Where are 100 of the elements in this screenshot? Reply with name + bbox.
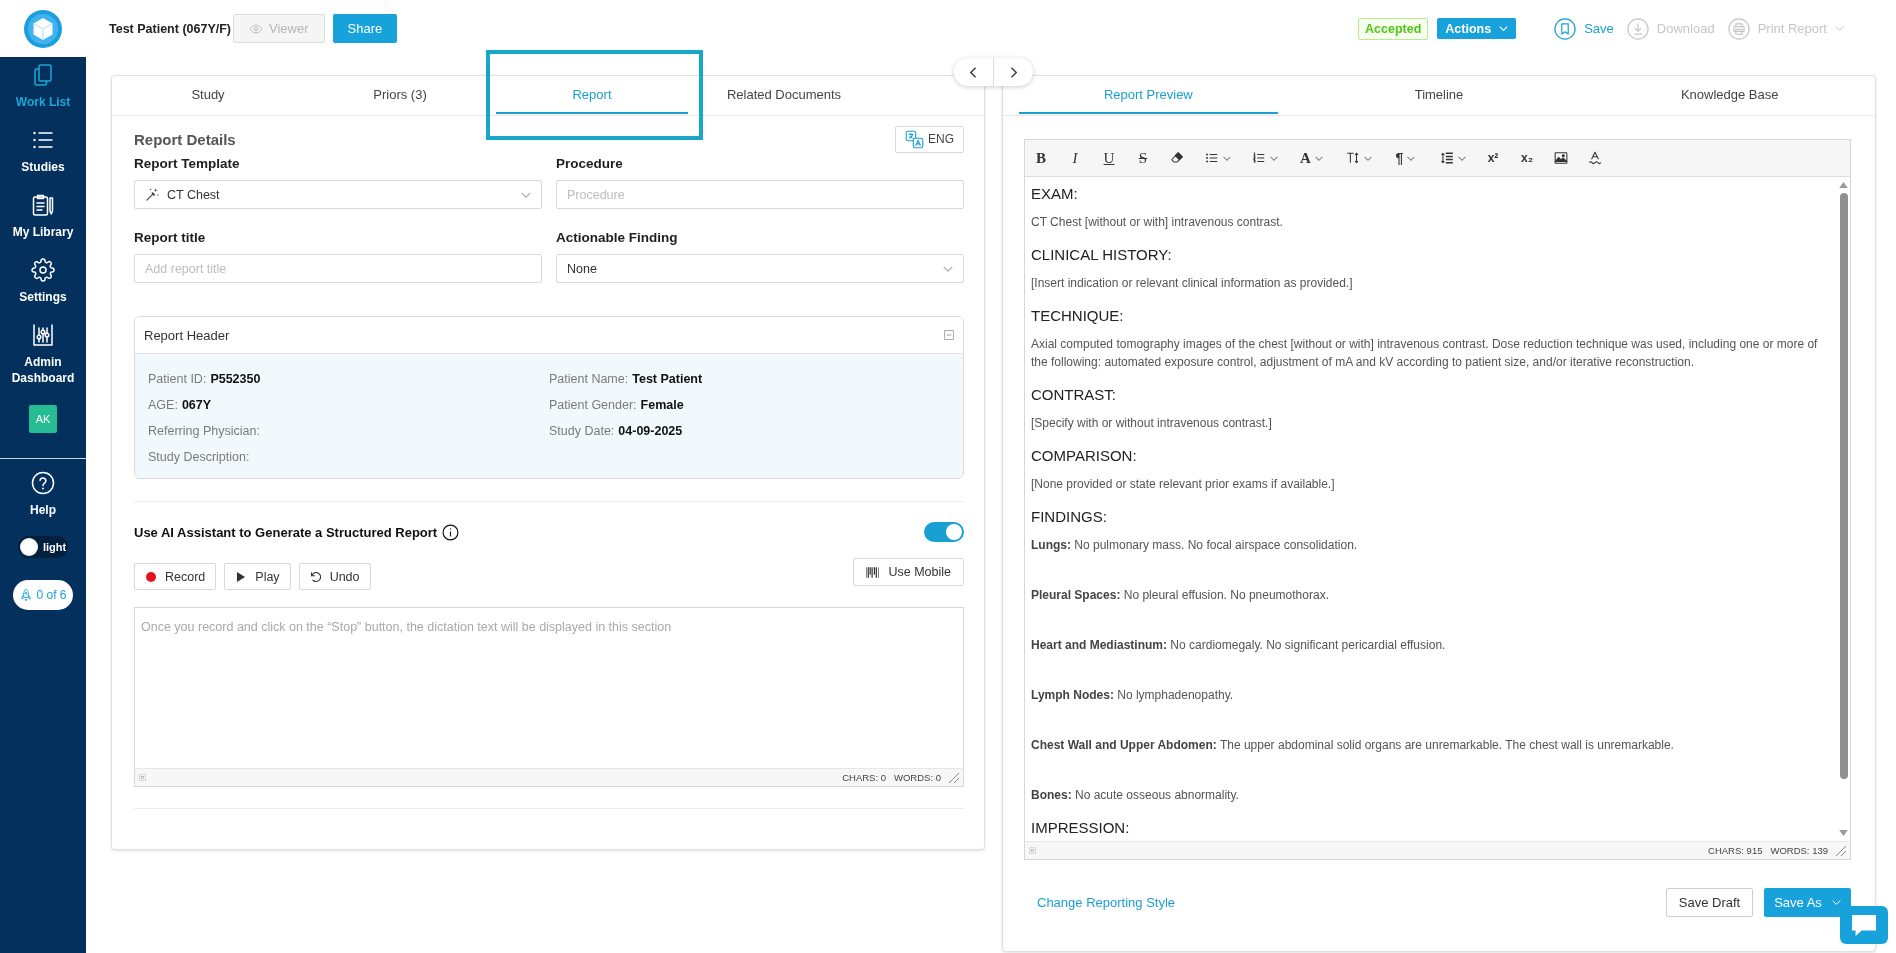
record-button[interactable]: Record bbox=[134, 563, 217, 590]
color-button[interactable]: A bbox=[1291, 145, 1332, 171]
field-label: Report title bbox=[134, 230, 207, 246]
resize-grip-icon[interactable] bbox=[949, 772, 959, 783]
nav-item[interactable]: Studies bbox=[3, 128, 83, 175]
resize-grip-icon[interactable] bbox=[1836, 845, 1846, 856]
strike-button[interactable]: S bbox=[1129, 145, 1157, 171]
subscript-button[interactable]: x₂ bbox=[1513, 145, 1541, 171]
nav-item[interactable]: My Library bbox=[3, 193, 83, 240]
nav-item[interactable]: Settings bbox=[3, 258, 83, 305]
status-badge: Accepted bbox=[1358, 17, 1429, 40]
language-button[interactable]: ENG bbox=[895, 125, 964, 153]
caret-icon bbox=[1831, 900, 1841, 905]
play-button[interactable]: Play bbox=[224, 563, 291, 590]
field-label: Report Template bbox=[134, 156, 241, 172]
numbered-list-icon bbox=[1251, 151, 1266, 165]
bookmark-icon bbox=[1554, 17, 1577, 40]
caret-icon bbox=[1222, 155, 1231, 161]
field-label: Actionable Finding bbox=[556, 230, 679, 246]
section-text: CT Chest [without or with] intravenous contrast. bbox=[1031, 214, 1284, 231]
info-value: 067Y bbox=[181, 397, 212, 414]
text-field[interactable]: Add report title bbox=[134, 254, 542, 283]
tab[interactable]: Timeline bbox=[1309, 76, 1569, 114]
undo-button[interactable]: Undo bbox=[298, 563, 371, 590]
caret-icon bbox=[943, 265, 953, 272]
section-text: Lymph Nodes: No lymphadenopathy. bbox=[1031, 687, 1235, 704]
italic-button[interactable]: I bbox=[1061, 145, 1089, 171]
printer-icon bbox=[1727, 17, 1750, 40]
section-text: Lungs: No pulmonary mass. No focal airspace consolidation. bbox=[1031, 537, 1359, 554]
tab[interactable]: Knowledge Base bbox=[1600, 76, 1859, 114]
paragraph-button[interactable]: ¶ bbox=[1385, 145, 1426, 171]
help-icon bbox=[31, 471, 55, 495]
scroll-up-icon[interactable] bbox=[1839, 182, 1848, 188]
superscript-button[interactable]: x² bbox=[1479, 145, 1507, 171]
ai-toggle[interactable] bbox=[924, 522, 964, 542]
eraser-icon bbox=[1170, 151, 1184, 165]
patient-title: Test Patient (067Y/F) bbox=[109, 21, 232, 36]
logo-icon[interactable] bbox=[24, 9, 62, 48]
underline-button[interactable]: U bbox=[1095, 145, 1123, 171]
caret-icon bbox=[1269, 155, 1278, 161]
settings-icon bbox=[31, 258, 55, 282]
caret-icon bbox=[1314, 155, 1323, 161]
sliders-icon bbox=[31, 323, 55, 347]
caret-icon bbox=[1457, 155, 1466, 161]
bold-button[interactable]: B bbox=[1027, 145, 1055, 171]
tab[interactable]: Related Documents bbox=[688, 76, 880, 114]
info-icon[interactable] bbox=[442, 523, 460, 541]
text-field[interactable]: Procedure bbox=[556, 180, 964, 209]
section-text: Axial computed tomography images of the chest [without or with] intravenous contrast. Dose reduction technique was used, including one or more of the following: automated exposure control, adjustment of mA and kV according to patient size, and/or iterative reconstruction. bbox=[1031, 336, 1819, 371]
info-label: Patient ID: bbox=[148, 371, 207, 388]
dotted-square-icon bbox=[1029, 847, 1036, 854]
clipboard-icon bbox=[31, 193, 55, 217]
record-dot-icon bbox=[146, 571, 156, 582]
chevron-left-icon bbox=[970, 66, 977, 78]
section-heading: CONTRAST: bbox=[1031, 385, 1117, 405]
info-value: Female bbox=[640, 397, 684, 414]
field-label: Procedure bbox=[556, 156, 624, 172]
char-count: CHARS: 915 bbox=[1708, 845, 1763, 856]
use-mobile-button[interactable]: Use Mobile bbox=[853, 558, 964, 586]
caret-icon bbox=[1835, 26, 1844, 31]
help-button[interactable]: Help bbox=[3, 471, 83, 518]
line-height-icon bbox=[1439, 151, 1454, 165]
theme-toggle[interactable]: light bbox=[18, 536, 68, 558]
section-text: [Insert indication or relevant clinical information as provided.] bbox=[1031, 275, 1354, 292]
panel-title: Report Header bbox=[144, 327, 230, 343]
select-field[interactable]: None bbox=[556, 254, 964, 283]
section-heading: TECHNIQUE: bbox=[1031, 306, 1125, 326]
section-heading: IMPRESSION: bbox=[1031, 818, 1131, 838]
info-label: Referring Physician: bbox=[148, 423, 260, 440]
image-icon bbox=[1554, 151, 1568, 165]
scroll-down-icon[interactable] bbox=[1839, 830, 1848, 836]
scrollbar-thumb[interactable] bbox=[1839, 193, 1848, 779]
tab[interactable]: Priors (3) bbox=[304, 76, 496, 114]
section-heading: FINDINGS: bbox=[1031, 507, 1108, 527]
font-size-icon bbox=[1345, 151, 1360, 165]
nav-item[interactable]: Work List bbox=[3, 63, 83, 110]
caret-icon bbox=[1499, 26, 1509, 31]
chat-icon bbox=[1852, 914, 1876, 936]
caret-icon bbox=[521, 191, 531, 198]
chat-button[interactable] bbox=[1840, 906, 1888, 944]
documents-icon bbox=[31, 63, 55, 87]
translate-icon bbox=[905, 129, 924, 149]
rocket-icon bbox=[19, 587, 34, 603]
bullet-list-icon bbox=[1204, 151, 1219, 165]
word-count: WORDS: 0 bbox=[894, 772, 941, 783]
info-value: Test Patient bbox=[632, 371, 703, 388]
info-label: Study Description: bbox=[148, 449, 250, 466]
tab[interactable]: Study bbox=[112, 76, 304, 114]
caret-icon bbox=[1363, 155, 1372, 161]
info-label: AGE: bbox=[148, 397, 178, 414]
dotted-square-icon bbox=[139, 774, 146, 781]
footer-button[interactable]: Save Draft bbox=[1666, 888, 1753, 917]
section-text: Pleural Spaces: No pleural effusion. No pneumothorax. bbox=[1031, 587, 1330, 604]
section-text: Chest Wall and Upper Abdomen: The upper abdominal solid organs are unremarkable. The chest wall is unremarkable. bbox=[1031, 737, 1675, 754]
section-text: Heart and Mediastinum: No cardiomegaly. No significant pericardial effusion. bbox=[1031, 637, 1447, 654]
section-heading: CLINICAL HISTORY: bbox=[1031, 245, 1173, 265]
dictation-field[interactable]: Once you record and click on the “Stop” button, the dictation text will be displayed in this section bbox=[134, 607, 964, 768]
collapse-icon[interactable] bbox=[944, 330, 954, 340]
select-field[interactable]: CT Chest bbox=[134, 180, 542, 209]
nav-item[interactable]: Admin Dashboard bbox=[3, 323, 83, 386]
